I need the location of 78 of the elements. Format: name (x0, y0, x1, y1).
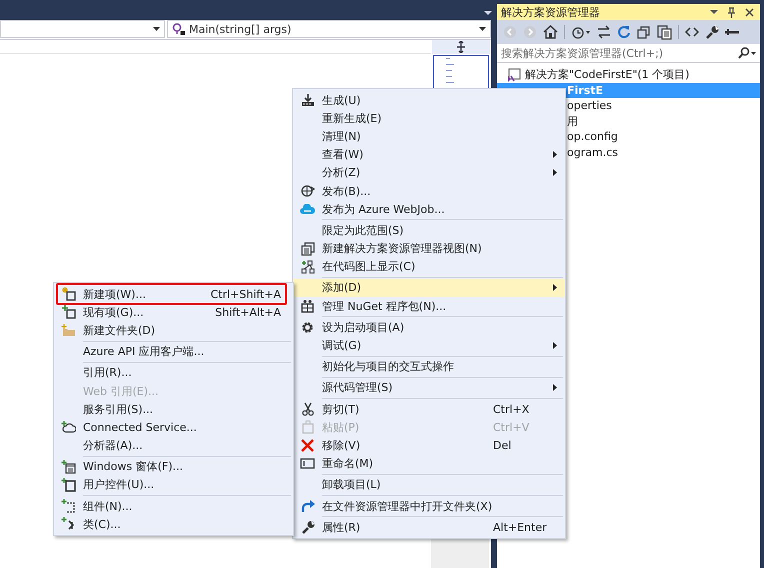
menu-item[interactable]: 重命名(M) (293, 454, 565, 473)
search-field[interactable]: 搜索解决方案资源管理器(Ctrl+;) (497, 44, 760, 63)
class-icon (61, 517, 76, 532)
menu-item[interactable]: 添加(D) (293, 278, 565, 298)
cloud-icon (300, 204, 315, 215)
diagram-icon (300, 260, 314, 274)
menu-item[interactable]: Azure API 应用客户端... (54, 342, 293, 361)
code-icon[interactable] (685, 26, 699, 38)
menu-item[interactable]: 发布为 Azure WebJob... (293, 200, 565, 218)
menu-item[interactable]: 分析(Z) (293, 164, 565, 182)
redo-arrow-icon (300, 500, 314, 513)
menu-item[interactable]: 属性(R) Alt+Enter (293, 518, 565, 536)
menu-item[interactable]: 清理(N) (293, 127, 565, 146)
menu-item[interactable]: 剪切(T) Ctrl+X (293, 400, 565, 418)
dropdown-icon[interactable] (153, 27, 160, 31)
menu-item[interactable]: 重新生成(E) (293, 109, 565, 128)
member-combo[interactable]: Main(string[] args) (167, 20, 491, 38)
clipboard-icon (302, 420, 314, 434)
history-icon[interactable] (571, 25, 591, 39)
menu-item[interactable]: 管理 NuGet 程序包(N)... (293, 297, 565, 316)
menu-item[interactable]: 组件(N)... (54, 497, 293, 516)
menu-item[interactable]: 发布(B)... (293, 182, 565, 200)
rename-icon (300, 458, 315, 470)
menu-item[interactable]: 新建项(W)... Ctrl+Shift+A (54, 285, 293, 304)
pages-icon[interactable] (657, 24, 672, 40)
menu-item[interactable]: 新建解决方案资源管理器视图(N) (293, 240, 565, 258)
collapse-icon[interactable] (637, 25, 651, 39)
component-icon (61, 499, 76, 514)
minimize-icon[interactable] (725, 29, 739, 35)
menu-item[interactable]: 调试(G) (293, 336, 565, 355)
solution-icon (507, 68, 521, 82)
dropdown-icon[interactable] (479, 27, 486, 31)
menu-item[interactable]: 在文件资源管理器中打开文件夹(X) (293, 496, 565, 516)
delete-icon (301, 438, 314, 452)
form-icon (61, 460, 76, 474)
menu-item[interactable]: 初始化与项目的交互式操作 (293, 358, 565, 376)
menu-item[interactable]: 限定为此范围(S) (293, 221, 565, 240)
dropdown-icon[interactable] (710, 10, 718, 14)
menu-item[interactable]: 在代码图上显示(C) (293, 258, 565, 276)
menu-item[interactable]: 查看(W) (293, 146, 565, 164)
panel-title: 解决方案资源管理器 (501, 4, 601, 20)
gear-icon (301, 320, 314, 334)
package-icon (301, 299, 314, 314)
menu-item[interactable]: Connected Service... (54, 418, 293, 436)
new-item-icon (62, 287, 76, 302)
split-button[interactable] (432, 40, 490, 54)
menu-item[interactable]: 引用(R)... (54, 364, 293, 382)
menu-item[interactable]: Windows 窗体(F)... (54, 458, 293, 476)
menu-item[interactable]: 服务引用(S)... (54, 400, 293, 418)
menu-item[interactable]: 现有项(G)... Shift+Alt+A (54, 303, 293, 322)
refresh-icon[interactable] (617, 25, 631, 39)
split-icon (456, 41, 466, 53)
build-icon (300, 93, 314, 108)
window-icon (300, 242, 314, 256)
home-icon[interactable] (543, 25, 558, 39)
new-folder-icon (61, 324, 76, 337)
wrench-icon[interactable] (705, 25, 719, 39)
menu-item[interactable]: 用户控件(U)... (54, 476, 293, 494)
menu-item[interactable]: 卸载项目(L) (293, 476, 565, 494)
tree-item[interactable]: 解决方案"CodeFirstE"(1 个项目) (497, 67, 760, 82)
menu-item[interactable]: 分析器(A)... (54, 436, 293, 455)
connected-service-icon (61, 420, 76, 434)
wrench-icon (300, 520, 314, 534)
globe-icon (300, 184, 314, 198)
sync-icon[interactable] (597, 25, 611, 39)
scissors-icon (302, 402, 314, 416)
pin-icon[interactable] (727, 6, 736, 18)
menu-item[interactable]: 设为启动项目(A) (293, 318, 565, 336)
method-icon (172, 22, 186, 36)
menu-item[interactable]: 移除(V) Del (293, 436, 565, 455)
menu-item[interactable]: 源代码管理(S) (293, 378, 565, 397)
menu-item[interactable]: 类(C)... (54, 515, 293, 534)
dropdown-icon[interactable] (484, 11, 492, 16)
control-icon (61, 478, 76, 492)
add-item-icon (62, 305, 76, 320)
search-icon[interactable] (738, 47, 756, 59)
menu-item[interactable]: 新建文件夹(D) (54, 321, 293, 340)
close-icon[interactable] (745, 8, 754, 16)
